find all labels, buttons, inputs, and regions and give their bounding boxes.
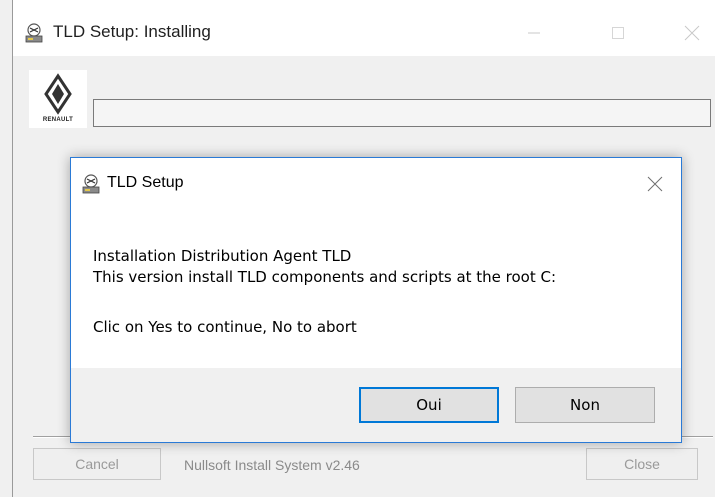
message-line-2: This version install TLD components and … <box>93 268 557 286</box>
message-line-1: Installation Distribution Agent TLD <box>93 247 352 265</box>
dialog-close-button[interactable] <box>638 167 672 201</box>
maximize-icon <box>612 27 624 39</box>
install-progress-bar <box>93 99 711 127</box>
branding-text: Nullsoft Install System v2.46 <box>184 457 360 473</box>
window-title: TLD Setup: Installing <box>53 22 211 41</box>
yes-button[interactable]: Oui <box>359 387 499 423</box>
main-titlebar: TLD Setup: Installing <box>13 0 715 56</box>
dialog-title: TLD Setup <box>107 174 184 191</box>
dialog-button-bar: Oui Non <box>71 368 681 442</box>
no-button[interactable]: Non <box>515 387 655 423</box>
maximize-button[interactable] <box>595 10 641 56</box>
installer-app-icon <box>25 23 43 43</box>
window-close-button[interactable] <box>669 10 715 56</box>
renault-logo-icon <box>44 73 72 115</box>
close-button[interactable]: Close <box>586 448 698 480</box>
installer-app-icon <box>82 174 100 194</box>
cancel-button[interactable]: Cancel <box>33 448 161 480</box>
close-icon <box>684 25 700 41</box>
minimize-button[interactable] <box>511 10 557 56</box>
confirm-dialog: TLD Setup Installation Distribution Agen… <box>70 157 682 443</box>
brand-label: RENAULT <box>42 117 74 123</box>
close-icon <box>647 176 663 192</box>
message-line-3: Clic on Yes to continue, No to abort <box>93 318 357 336</box>
renault-logo: RENAULT <box>29 70 87 128</box>
minimize-icon <box>528 32 540 34</box>
dialog-message: Installation Distribution Agent TLD This… <box>93 246 663 338</box>
